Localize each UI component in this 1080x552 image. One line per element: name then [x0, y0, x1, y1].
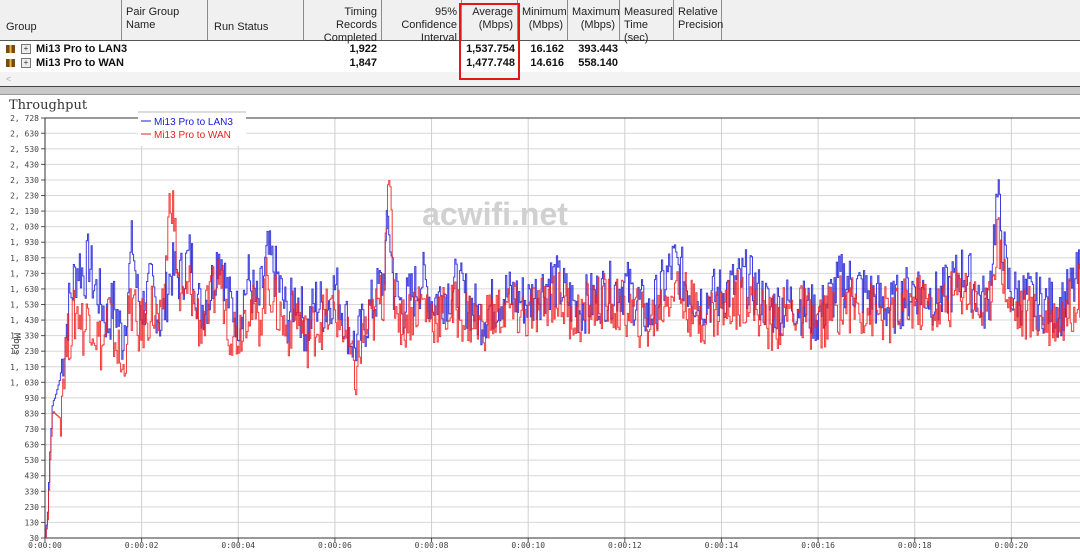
y-tick-label: 2, 330	[10, 176, 39, 185]
y-tick-label: 2, 130	[10, 207, 39, 216]
y-tick-label: 730	[25, 425, 40, 434]
legend-label: Mi13 Pro to WAN	[154, 130, 231, 141]
y-tick-label: 2, 530	[10, 145, 39, 154]
x-tick-label: 0:00:20	[995, 541, 1029, 550]
y-tick-label: 530	[25, 456, 40, 465]
throughput-chart: 301302303304305306307308309301, 0301, 13…	[0, 0, 1080, 552]
y-axis: 301302303304305306307308309301, 0301, 13…	[10, 114, 45, 543]
y-tick-label: 1, 530	[10, 300, 39, 309]
series-line-lan3	[45, 180, 1080, 538]
y-tick-label: 930	[25, 394, 40, 403]
y-tick-label: 1, 630	[10, 285, 39, 294]
x-tick-label: 0:00:08	[415, 541, 449, 550]
y-tick-label: 830	[25, 409, 40, 418]
grid-lines	[45, 118, 1080, 538]
y-tick-label: 630	[25, 441, 40, 450]
x-tick-label: 0:00:04	[221, 541, 255, 550]
x-tick-label: 0:00:10	[511, 541, 545, 550]
y-tick-label: 1, 130	[10, 363, 39, 372]
y-tick-label: 1, 730	[10, 269, 39, 278]
y-tick-label: 330	[25, 487, 40, 496]
y-tick-label: 130	[25, 518, 40, 527]
y-axis-label: Mbps	[11, 333, 21, 355]
watermark: acwifi.net	[422, 196, 568, 232]
series-line-wan	[45, 181, 1080, 538]
y-tick-label: 2, 728	[10, 114, 39, 123]
y-tick-label: 2, 230	[10, 192, 39, 201]
x-tick-label: 0:00:18	[898, 541, 932, 550]
y-tick-label: 2, 430	[10, 160, 39, 169]
y-tick-label: 1, 930	[10, 238, 39, 247]
legend: Mi13 Pro to LAN3 Mi13 Pro to WAN	[138, 112, 246, 146]
x-tick-label: 0:00:00	[28, 541, 62, 550]
y-tick-label: 1, 830	[10, 254, 39, 263]
x-tick-label: 0:00:14	[705, 541, 739, 550]
y-tick-label: 430	[25, 472, 40, 481]
y-tick-label: 230	[25, 503, 40, 512]
x-tick-label: 0:00:06	[318, 541, 352, 550]
x-tick-label: 0:00:16	[801, 541, 835, 550]
y-tick-label: 2, 030	[10, 223, 39, 232]
series-lines	[45, 180, 1080, 538]
x-tick-label: 0:00:12	[608, 541, 642, 550]
x-axis: 0:00:00 0:00:02 0:00:04 0:00:06 0:00:08 0:00:…	[28, 538, 1080, 550]
legend-label: Mi13 Pro to LAN3	[154, 117, 233, 128]
y-tick-label: 1, 430	[10, 316, 39, 325]
x-tick-label: 0:00:02	[125, 541, 159, 550]
y-tick-label: 1, 030	[10, 378, 39, 387]
y-tick-label: 2, 630	[10, 129, 39, 138]
